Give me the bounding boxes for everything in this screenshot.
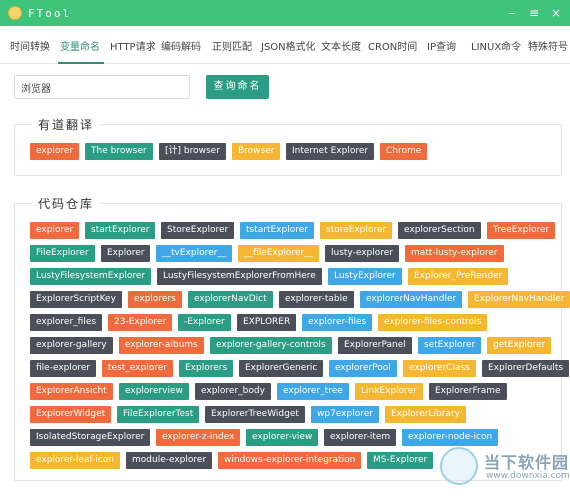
code-repo-legend: 代码仓库: [32, 195, 101, 212]
youdao-legend: 有道翻译: [32, 116, 101, 133]
name-tag[interactable]: explorer-view: [246, 429, 319, 446]
name-tag[interactable]: Explorer: [101, 245, 151, 262]
name-tag[interactable]: startExplorer: [85, 222, 156, 239]
name-tag[interactable]: The browser: [85, 143, 153, 160]
name-tag[interactable]: -Explorer: [178, 314, 231, 331]
name-tag[interactable]: explorerNavDict: [188, 291, 273, 308]
watermark-name: 当下软件园: [484, 453, 570, 472]
name-tag[interactable]: explorer_body: [195, 383, 271, 400]
name-tag[interactable]: ExplorerScriptKey: [30, 291, 122, 308]
name-tag[interactable]: matt-lusty-explorer: [405, 245, 504, 262]
name-tag[interactable]: explorer-gallery: [30, 337, 113, 354]
menu-icon[interactable]: ≡: [528, 6, 540, 20]
name-tag[interactable]: test_explorer: [102, 360, 173, 377]
name-tag[interactable]: Browser: [232, 143, 281, 160]
name-tag[interactable]: StoreExplorer: [161, 222, 235, 239]
name-tag[interactable]: IsolatedStorageExplorer: [30, 429, 151, 446]
name-tag[interactable]: setExplorer: [418, 337, 482, 354]
window-controls: – ≡ ×: [506, 6, 562, 20]
minimize-icon[interactable]: –: [506, 6, 518, 20]
name-tag[interactable]: ExplorerNavHandler: [468, 291, 570, 308]
name-tag[interactable]: __fileExplorer__: [238, 245, 320, 262]
name-tag[interactable]: lusty-explorer: [325, 245, 400, 262]
tab-encode-decode[interactable]: 编码解码: [161, 38, 201, 53]
name-tag[interactable]: ExplorerFrame: [429, 383, 507, 400]
name-tag[interactable]: explorer-leaf-icon: [30, 452, 120, 469]
name-tag[interactable]: LinkExplorer: [355, 383, 423, 400]
tab-linux-command[interactable]: LINUX命令: [471, 38, 521, 53]
name-tag[interactable]: explorer-gallery-controls: [210, 337, 332, 354]
watermark-icon: [440, 447, 478, 485]
name-tag[interactable]: explorer: [30, 143, 80, 160]
name-tag[interactable]: ExplorerTreeWidget: [205, 406, 305, 423]
name-tag[interactable]: ExplorerLibrary: [385, 406, 466, 423]
tab-http-request[interactable]: HTTP请求: [110, 38, 156, 53]
app-logo-icon: [8, 6, 22, 20]
name-tag[interactable]: explorer_files: [30, 314, 103, 331]
name-tag[interactable]: ExplorerPanel: [338, 337, 412, 354]
name-tag[interactable]: file-explorer: [30, 360, 97, 377]
name-tag[interactable]: explorer-files: [302, 314, 373, 331]
name-tag[interactable]: ExplorerDefaults: [482, 360, 570, 377]
title-bar: FTool – ≡ ×: [0, 0, 570, 26]
name-tag[interactable]: 23-Explorer: [108, 314, 173, 331]
tab-bar: 时间转换 变量命名 HTTP请求 编码解码 正则匹配 JSON格式化 文本长度 …: [0, 26, 570, 64]
name-tag[interactable]: module-explorer: [126, 452, 213, 469]
name-tag[interactable]: explorerClass: [403, 360, 476, 377]
name-tag[interactable]: explorer-albums: [119, 337, 204, 354]
tab-regex[interactable]: 正则匹配: [212, 38, 252, 53]
close-icon[interactable]: ×: [550, 6, 562, 20]
name-tag[interactable]: LustyFilesystemExplorerFromHere: [157, 268, 322, 285]
app-title: FTool: [28, 6, 72, 20]
name-tag[interactable]: Chrome: [380, 143, 428, 160]
name-tag[interactable]: ExplorerGeneric: [239, 360, 324, 377]
name-tag[interactable]: ExplorerWidget: [30, 406, 112, 423]
name-tag[interactable]: Internet Explorer: [286, 143, 375, 160]
query-naming-button[interactable]: 查询命名: [206, 75, 269, 99]
name-tag[interactable]: FileExplorerTest: [117, 406, 200, 423]
name-tag[interactable]: ExplorerAnsicht: [30, 383, 113, 400]
name-tag[interactable]: __tvExplorer__: [156, 245, 233, 262]
watermark-url: www.downxia.com: [486, 471, 570, 481]
name-tag[interactable]: Explorer_PreRender: [408, 268, 509, 285]
watermark-logo: 当下软件园 www.downxia.com: [440, 443, 570, 493]
name-tag[interactable]: FileExplorer: [30, 245, 95, 262]
tab-cron-time[interactable]: CRON时间: [368, 38, 417, 53]
name-tag[interactable]: explorerPool: [329, 360, 397, 377]
name-tag[interactable]: tstartExplorer: [240, 222, 314, 239]
name-tag[interactable]: MS-Explorer: [367, 452, 434, 469]
name-tag[interactable]: explorer-files-controls: [378, 314, 488, 331]
tab-text-length[interactable]: 文本长度: [321, 38, 361, 53]
tab-json-format[interactable]: JSON格式化: [261, 38, 316, 53]
name-tag[interactable]: TreeExplorer: [487, 222, 556, 239]
name-tag[interactable]: Explorers: [179, 360, 234, 377]
active-tab-indicator: [58, 62, 104, 64]
name-tag[interactable]: [计] browser: [159, 143, 226, 160]
name-tag[interactable]: explorer-z-index: [156, 429, 241, 446]
name-tag[interactable]: explorer: [30, 222, 80, 239]
tab-special-symbols[interactable]: 特殊符号: [528, 38, 568, 53]
name-tag[interactable]: explorerSection: [398, 222, 481, 239]
name-tag[interactable]: explorerview: [119, 383, 189, 400]
name-tag[interactable]: LustyExplorer: [328, 268, 402, 285]
name-tag[interactable]: explorer-item: [324, 429, 397, 446]
name-tag[interactable]: getExplorer: [487, 337, 552, 354]
tab-ip-query[interactable]: IP查询: [427, 38, 456, 53]
name-tag[interactable]: explorer-table: [279, 291, 354, 308]
search-input[interactable]: [14, 75, 190, 99]
name-tag[interactable]: EXPLORER: [237, 314, 297, 331]
name-tag[interactable]: wp7explorer: [311, 406, 379, 423]
name-tag[interactable]: windows-explorer-integration: [218, 452, 362, 469]
name-tag[interactable]: LustyFilesystemExplorer: [30, 268, 152, 285]
name-tag[interactable]: storeExplorer: [320, 222, 393, 239]
tab-variable-naming[interactable]: 变量命名: [60, 38, 100, 53]
name-tag[interactable]: explorer_tree: [277, 383, 349, 400]
name-tag[interactable]: explorerNavHandler: [360, 291, 463, 308]
name-tag[interactable]: explorers: [128, 291, 182, 308]
tab-time-convert[interactable]: 时间转换: [10, 38, 50, 53]
